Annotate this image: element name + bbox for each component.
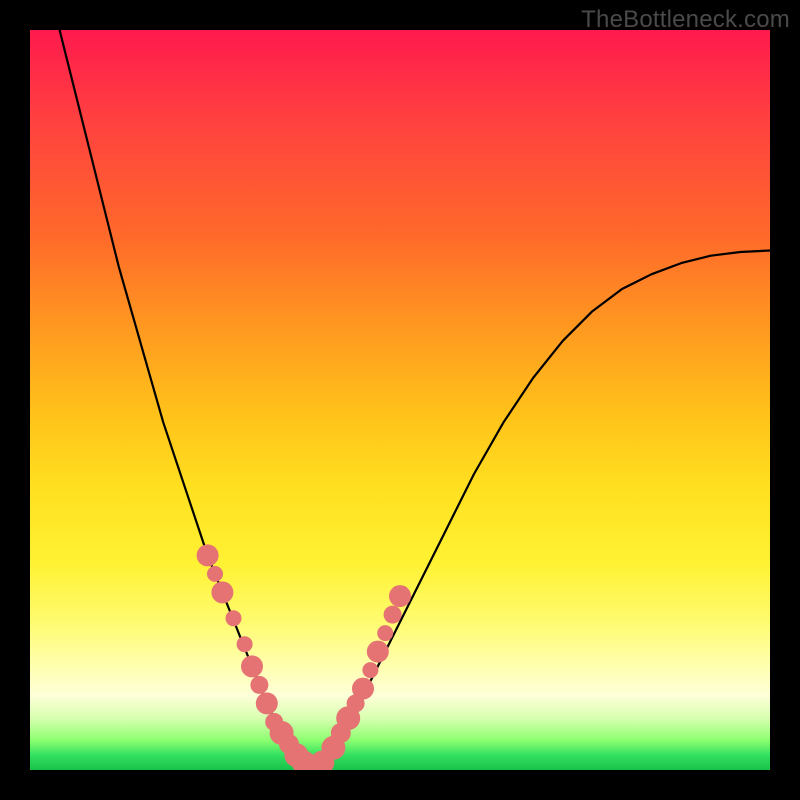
highlight-markers	[197, 544, 411, 770]
marker-dot	[389, 585, 411, 607]
curve-line	[60, 30, 770, 766]
marker-dot	[256, 692, 278, 714]
marker-dot	[237, 636, 253, 652]
marker-dot	[352, 678, 374, 700]
marker-dot	[211, 581, 233, 603]
marker-dot	[250, 676, 268, 694]
watermark-text: TheBottleneck.com	[581, 6, 790, 34]
marker-dot	[207, 566, 223, 582]
marker-dot	[384, 606, 402, 624]
chart-frame: TheBottleneck.com	[0, 0, 800, 800]
marker-dot	[197, 544, 219, 566]
marker-dot	[377, 625, 393, 641]
marker-dot	[362, 662, 378, 678]
chart-plot-area	[30, 30, 770, 770]
marker-dot	[241, 655, 263, 677]
chart-svg	[30, 30, 770, 770]
bottleneck-curve	[60, 30, 770, 766]
marker-dot	[367, 641, 389, 663]
marker-dot	[226, 610, 242, 626]
